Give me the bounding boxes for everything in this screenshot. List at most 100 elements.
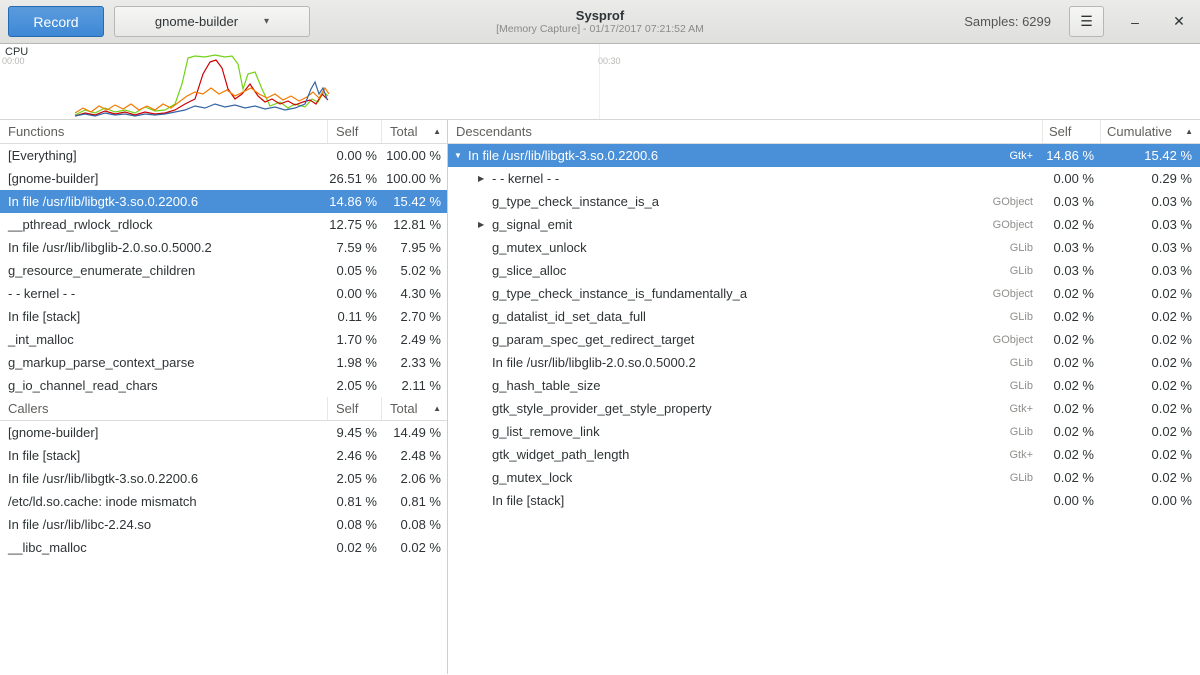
expander-icon[interactable]: ▶ xyxy=(478,174,492,183)
table-row[interactable]: In file /usr/lib/libglib-2.0.so.0.5000.2… xyxy=(0,236,447,259)
total-percent: 2.49 % xyxy=(381,332,447,347)
self-percent: 0.02 % xyxy=(327,540,381,555)
table-row[interactable]: __pthread_rwlock_rdlock 12.75 % 12.81 % xyxy=(0,213,447,236)
table-row[interactable]: g_param_spec_get_redirect_target GObject… xyxy=(448,328,1200,351)
table-row[interactable]: g_slice_alloc GLib 0.03 % 0.03 % xyxy=(448,259,1200,282)
self-percent: 14.86 % xyxy=(327,194,381,209)
table-row[interactable]: gtk_widget_path_length Gtk+ 0.02 % 0.02 … xyxy=(448,443,1200,466)
library-badge: Gtk+ xyxy=(1009,403,1033,415)
minimize-button[interactable]: – xyxy=(1122,9,1148,35)
library-badge: Gtk+ xyxy=(1009,150,1033,162)
cumulative-percent: 0.02 % xyxy=(1100,447,1200,462)
self-percent: 0.02 % xyxy=(1042,355,1100,370)
table-row[interactable]: g_io_channel_read_chars 2.05 % 2.11 % xyxy=(0,374,447,397)
self-percent: 0.81 % xyxy=(327,494,381,509)
sort-indicator-icon: ▲ xyxy=(433,404,441,413)
table-row[interactable]: In file /usr/lib/libglib-2.0.so.0.5000.2… xyxy=(448,351,1200,374)
process-selector-dropdown[interactable]: gnome-builder ▾ xyxy=(114,6,310,37)
cumulative-percent: 0.02 % xyxy=(1100,286,1200,301)
table-row[interactable]: [gnome-builder] 9.45 % 14.49 % xyxy=(0,421,447,444)
table-row[interactable]: /etc/ld.so.cache: inode mismatch 0.81 % … xyxy=(0,490,447,513)
descendants-self-column-header[interactable]: Self xyxy=(1042,120,1100,143)
self-percent: 1.98 % xyxy=(327,355,381,370)
functions-rows: [Everything] 0.00 % 100.00 % [gnome-buil… xyxy=(0,144,447,397)
library-badge: GLib xyxy=(1010,380,1033,392)
self-percent: 0.02 % xyxy=(1042,332,1100,347)
table-row[interactable]: ▶ - - kernel - - 0.00 % 0.29 % xyxy=(448,167,1200,190)
sort-indicator-icon: ▲ xyxy=(433,127,441,136)
record-button[interactable]: Record xyxy=(8,6,104,37)
table-row[interactable]: gtk_style_provider_get_style_property Gt… xyxy=(448,397,1200,420)
close-button[interactable]: ✕ xyxy=(1166,9,1192,35)
self-percent: 2.05 % xyxy=(327,378,381,393)
descendants-column-header[interactable]: Descendants xyxy=(448,124,1042,139)
self-percent: 2.05 % xyxy=(327,471,381,486)
table-row[interactable]: __libc_malloc 0.02 % 0.02 % xyxy=(0,536,447,559)
table-row[interactable]: In file /usr/lib/libc-2.24.so 0.08 % 0.0… xyxy=(0,513,447,536)
samples-count: Samples: 6299 xyxy=(964,14,1051,29)
left-pane: Functions Self Total ▲ [Everything] 0.00… xyxy=(0,120,448,674)
table-row[interactable]: g_mutex_unlock GLib 0.03 % 0.03 % xyxy=(448,236,1200,259)
table-row[interactable]: ▶ g_signal_emit GObject 0.02 % 0.03 % xyxy=(448,213,1200,236)
table-row[interactable]: g_markup_parse_context_parse 1.98 % 2.33… xyxy=(0,351,447,374)
table-row[interactable]: In file [stack] 0.00 % 0.00 % xyxy=(448,489,1200,512)
table-row[interactable]: ▼ In file /usr/lib/libgtk-3.so.0.2200.6 … xyxy=(448,144,1200,167)
cumulative-percent: 0.00 % xyxy=(1100,493,1200,508)
table-row[interactable]: In file /usr/lib/libgtk-3.so.0.2200.6 14… xyxy=(0,190,447,213)
function-name: g_mutex_lock xyxy=(492,470,1010,485)
minimize-icon: – xyxy=(1131,14,1139,30)
callers-self-column-header[interactable]: Self xyxy=(327,397,381,420)
table-row[interactable]: [gnome-builder] 26.51 % 100.00 % xyxy=(0,167,447,190)
functions-self-column-header[interactable]: Self xyxy=(327,120,381,143)
self-percent: 0.02 % xyxy=(1042,470,1100,485)
table-row[interactable]: In file [stack] 2.46 % 2.48 % xyxy=(0,444,447,467)
cumulative-percent: 0.03 % xyxy=(1100,217,1200,232)
timeline-start-label: 00:00 xyxy=(2,56,25,66)
total-percent: 100.00 % xyxy=(381,171,447,186)
table-row[interactable]: [Everything] 0.00 % 100.00 % xyxy=(0,144,447,167)
total-percent: 2.33 % xyxy=(381,355,447,370)
callers-column-header[interactable]: Callers xyxy=(0,401,327,416)
library-badge: Gtk+ xyxy=(1009,449,1033,461)
total-percent: 15.42 % xyxy=(381,194,447,209)
window-subtitle: [Memory Capture] - 01/17/2017 07:21:52 A… xyxy=(496,23,704,36)
callers-total-column-header[interactable]: Total ▲ xyxy=(381,397,447,420)
library-badge: GLib xyxy=(1010,242,1033,254)
self-percent: 0.02 % xyxy=(1042,447,1100,462)
function-name: In file /usr/lib/libc-2.24.so xyxy=(0,517,327,532)
menu-button[interactable]: ☰ xyxy=(1069,6,1104,37)
function-name: In file [stack] xyxy=(0,448,327,463)
expander-icon[interactable]: ▼ xyxy=(454,151,468,160)
table-row[interactable]: g_resource_enumerate_children 0.05 % 5.0… xyxy=(0,259,447,282)
function-name: In file /usr/lib/libglib-2.0.so.0.5000.2 xyxy=(0,240,327,255)
function-name: In file [stack] xyxy=(0,309,327,324)
function-name: g_hash_table_size xyxy=(492,378,1010,393)
functions-total-column-header[interactable]: Total ▲ xyxy=(381,120,447,143)
table-row[interactable]: In file [stack] 0.11 % 2.70 % xyxy=(0,305,447,328)
table-row[interactable]: _int_malloc 1.70 % 2.49 % xyxy=(0,328,447,351)
table-row[interactable]: In file /usr/lib/libgtk-3.so.0.2200.6 2.… xyxy=(0,467,447,490)
table-row[interactable]: g_type_check_instance_is_fundamentally_a… xyxy=(448,282,1200,305)
expander-icon[interactable]: ▶ xyxy=(478,220,492,229)
table-row[interactable]: g_mutex_lock GLib 0.02 % 0.02 % xyxy=(448,466,1200,489)
cpu-graph-strip[interactable]: CPU 00:00 00:30 xyxy=(0,44,1200,120)
function-name: g_slice_alloc xyxy=(492,263,1010,278)
cumulative-percent: 0.03 % xyxy=(1100,240,1200,255)
callers-rows: [gnome-builder] 9.45 % 14.49 % In file [… xyxy=(0,421,447,559)
functions-column-header[interactable]: Functions xyxy=(0,124,327,139)
library-badge: GObject xyxy=(993,334,1033,346)
self-percent: 0.00 % xyxy=(327,286,381,301)
descendants-header: Descendants Self Cumulative ▲ xyxy=(448,120,1200,144)
cumulative-percent: 0.03 % xyxy=(1100,263,1200,278)
cumulative-percent: 0.02 % xyxy=(1100,378,1200,393)
descendants-cumulative-column-header[interactable]: Cumulative ▲ xyxy=(1100,120,1200,143)
table-row[interactable]: g_datalist_id_set_data_full GLib 0.02 % … xyxy=(448,305,1200,328)
self-percent: 0.00 % xyxy=(327,148,381,163)
table-row[interactable]: - - kernel - - 0.00 % 4.30 % xyxy=(0,282,447,305)
function-name: g_markup_parse_context_parse xyxy=(0,355,327,370)
table-row[interactable]: g_type_check_instance_is_a GObject 0.03 … xyxy=(448,190,1200,213)
table-row[interactable]: g_hash_table_size GLib 0.02 % 0.02 % xyxy=(448,374,1200,397)
total-percent: 2.48 % xyxy=(381,448,447,463)
table-row[interactable]: g_list_remove_link GLib 0.02 % 0.02 % xyxy=(448,420,1200,443)
function-name: /etc/ld.so.cache: inode mismatch xyxy=(0,494,327,509)
